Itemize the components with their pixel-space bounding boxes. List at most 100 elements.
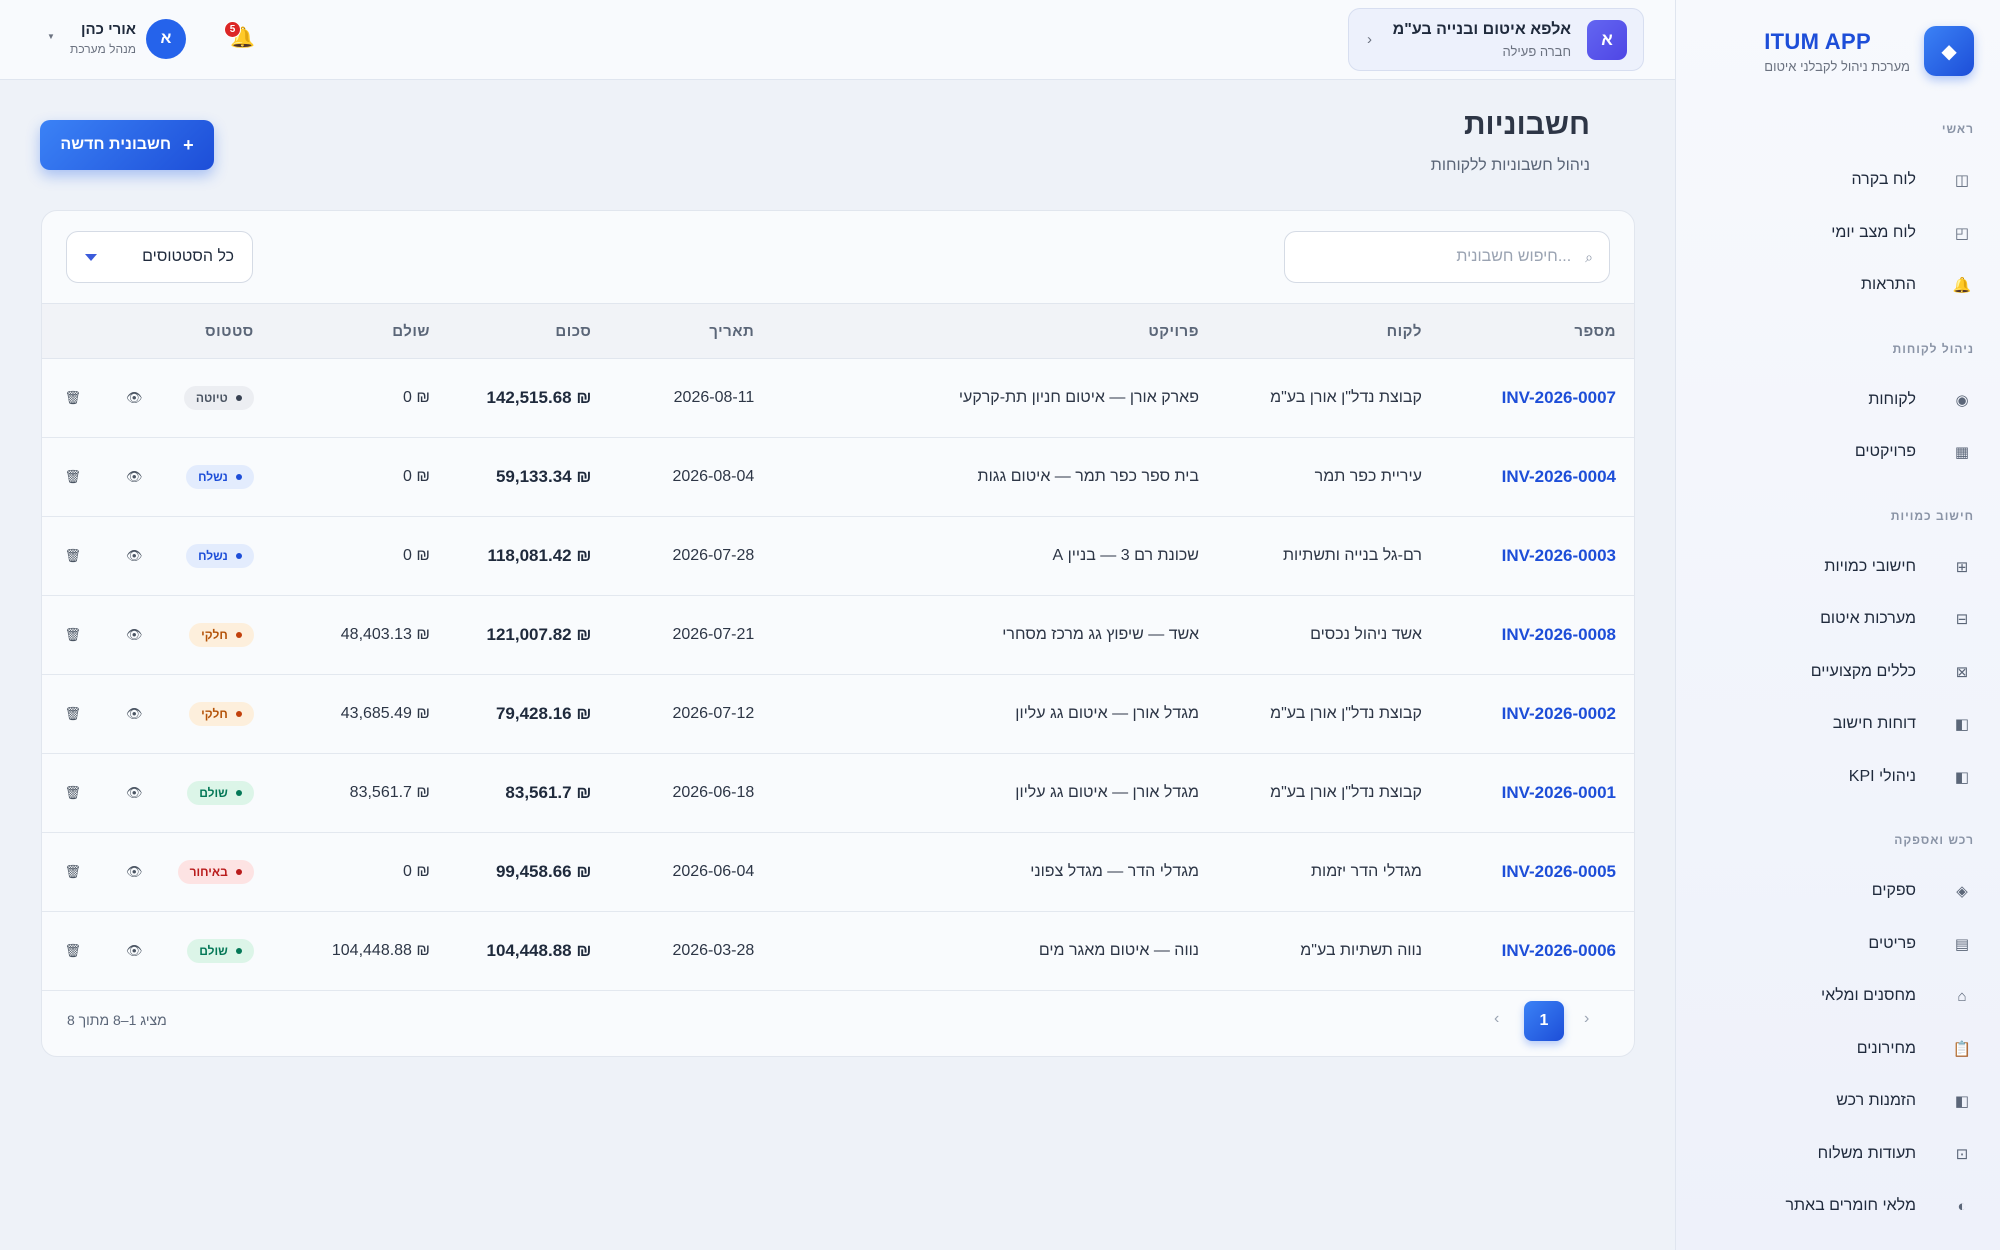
sidebar-item[interactable]: ◧ דוחות חישוב [1784,706,1974,742]
diamond-icon: ◆ [1924,26,1974,76]
status-label: טיוטה [195,391,228,405]
header-amount[interactable]: סכום [430,304,591,359]
trash-icon[interactable]: 🗑 [60,622,86,648]
invoice-number-link[interactable]: INV-2026-0004 [1502,467,1616,486]
status-label: שולם [199,786,228,800]
columns-icon: ◫ [1954,172,1970,189]
sidebar-item[interactable]: ⊠ כללים מקצועיים [1784,654,1974,690]
header-paid[interactable]: שולם [254,304,430,359]
trash-icon[interactable]: 🗑 [60,385,86,411]
chevron-left-icon[interactable]: ‹ [1494,1010,1499,1028]
sidebar-item[interactable]: 🔔 התראות [1784,267,1974,303]
sidebar-item[interactable]: ◐ מלאי חומרים באתר [1784,1188,1974,1224]
sidebar-item[interactable]: ▤ פריטים [1784,926,1974,962]
view-icon[interactable]: 👁 [121,543,147,569]
sidebar-item-label: תעודות משלוח [1817,1144,1916,1162]
view-icon[interactable]: 👁 [121,464,147,490]
sidebar-item[interactable]: ◧ ניהולי KPI [1784,759,1974,795]
date-cell: 2026-07-12 [672,705,755,722]
project-cell: פארק אורן — איטום חניון תת-קרקעי [958,389,1199,406]
project-cell: מגדל אורן — איטום גג עליון [1015,705,1199,722]
trash-icon[interactable]: 🗑 [60,543,86,569]
avatar[interactable]: א [146,19,186,59]
sidebar-item[interactable]: ◉ לקוחות [1784,382,1974,418]
amount-cell: ₪ 142,515.68 [486,388,592,407]
invoice-number-link[interactable]: INV-2026-0005 [1502,862,1616,881]
status-filter-select[interactable]: כל הסטטוסים [66,231,253,283]
invoice-number-link[interactable]: INV-2026-0008 [1502,625,1616,644]
company-switcher[interactable]: א אלפא איטום ובנייה בע"מ חברה פעילה ‹ [1348,8,1644,71]
table-row[interactable]: INV-2026-0008 אשד ניהול נכסים אשד — שיפוץ … [42,596,1634,675]
view-icon[interactable]: 👁 [121,385,147,411]
table-row[interactable]: INV-2026-0007 קבוצת נדל"ן אורן בע"מ פארק א… [42,359,1634,438]
table-row[interactable]: INV-2026-0006 נווה תשתיות בע"מ נווה — איטו… [42,912,1634,991]
search-input[interactable] [1311,248,1572,266]
page-button-current[interactable]: 1 [1524,1001,1564,1041]
header-project[interactable]: פרויקט [754,304,1199,359]
search-field[interactable]: ⌕ [1284,231,1610,283]
trash-icon[interactable]: 🗑 [60,701,86,727]
user-info[interactable]: אורי כהן מנהל מערכת [60,21,136,56]
invoice-number-link[interactable]: INV-2026-0002 [1502,704,1616,723]
invoice-number-link[interactable]: INV-2026-0001 [1502,783,1616,802]
paid-cell: ₪ 43,685.49 [340,705,430,722]
sidebar-item[interactable]: ⊞ חישובי כמויות [1784,549,1974,585]
items-icon: ▤ [1954,935,1970,953]
sidebar-item[interactable]: ⊡ תעודות משלוח [1784,1136,1974,1172]
company-name: אלפא איטום ובנייה בע"מ [1392,20,1571,38]
new-invoice-button[interactable]: + חשבונית חדשה [40,120,214,170]
sidebar-item[interactable]: ⊟ מערכות איטום [1784,601,1974,637]
rules-icon: ⊠ [1955,663,1969,681]
view-icon[interactable]: 👁 [121,938,147,964]
header-status[interactable]: סטטוס [165,304,254,359]
header-number[interactable]: מספר [1422,304,1634,359]
amount-cell: ₪ 118,081.42 [487,546,592,565]
date-cell: 2026-07-21 [672,626,755,643]
table-row[interactable]: INV-2026-0005 מגדלי הדר יזמות מגדלי הדר — … [42,833,1634,912]
sidebar-item[interactable]: ⌂ מחסנים ומלאי [1784,978,1974,1014]
view-icon[interactable]: 👁 [121,780,147,806]
trash-icon[interactable]: 🗑 [60,938,86,964]
bell-icon: 🔔 [1952,277,1972,294]
sidebar-section-label: ראשי [1941,122,1974,136]
view-icon[interactable]: 👁 [121,859,147,885]
table-footer: מציג 1–8 מתוך 8 › 1 ‹ [42,986,1634,1056]
brand[interactable]: ◆ ITUM APP מערכת ניהול לקבלני איטום [1764,26,1974,76]
company-status: חברה פעילה [1502,43,1571,59]
trash-icon[interactable]: 🗑 [60,859,86,885]
view-icon[interactable]: 👁 [121,622,147,648]
grid-icon: ▦ [1954,444,1970,461]
status-label: חלקי [201,628,228,642]
user-name: אורי כהן [80,21,136,38]
table-row[interactable]: INV-2026-0003 רם-גל בנייה ותשתיות שכונת רם… [42,517,1634,596]
header-date[interactable]: תאריך [591,304,754,359]
client-cell: רם-גל בנייה ותשתיות [1282,547,1422,564]
sidebar-item[interactable]: ◫ לוח בקרה [1784,162,1974,198]
sidebar-item[interactable]: ◧ הזמנות רכש [1784,1083,1974,1119]
invoice-number-link[interactable]: INV-2026-0007 [1502,388,1616,407]
project-cell: שכונת רם 3 — בניין A [1052,547,1199,564]
table-row[interactable]: INV-2026-0002 קבוצת נדל"ן אורן בע"מ מגדל א… [42,675,1634,754]
trash-icon[interactable]: 🗑 [60,780,86,806]
layers-icon: ⊟ [1955,611,1969,628]
chevron-right-icon[interactable]: › [1584,1010,1589,1028]
table-row[interactable]: INV-2026-0004 עיריית כפר תמר בית ספר כפר ת… [42,438,1634,517]
sidebar-item-label: חישובי כמויות [1824,557,1916,575]
sidebar-item[interactable]: ▦ פרויקטים [1784,434,1974,470]
trash-icon[interactable]: 🗑 [60,464,86,490]
table-header-row: מספר לקוח פרויקט תאריך סכום שולם סטטוס [42,303,1634,359]
sidebar-item-label: לקוחות [1868,390,1916,408]
sidebar-item[interactable]: 📋 מחירונים [1784,1031,1974,1067]
sidebar-item-label: מחסנים ומלאי [1820,987,1916,1004]
status-badge: נשלח [186,465,254,489]
view-icon[interactable]: 👁 [121,701,147,727]
header-client[interactable]: לקוח [1199,304,1422,359]
invoice-number-link[interactable]: INV-2026-0006 [1502,941,1616,960]
invoice-number-link[interactable]: INV-2026-0003 [1502,546,1616,565]
sidebar-item[interactable]: ◈ ספקים [1784,873,1974,909]
sidebar-item[interactable]: ◰ לוח מצב יומי [1784,215,1974,251]
table-row[interactable]: INV-2026-0001 קבוצת נדל"ן אורן בע"מ מגדל א… [42,754,1634,833]
status-dot [235,869,242,875]
new-invoice-label: חשבונית חדשה [60,136,172,153]
chevron-down-icon[interactable]: ▼ [47,32,55,41]
